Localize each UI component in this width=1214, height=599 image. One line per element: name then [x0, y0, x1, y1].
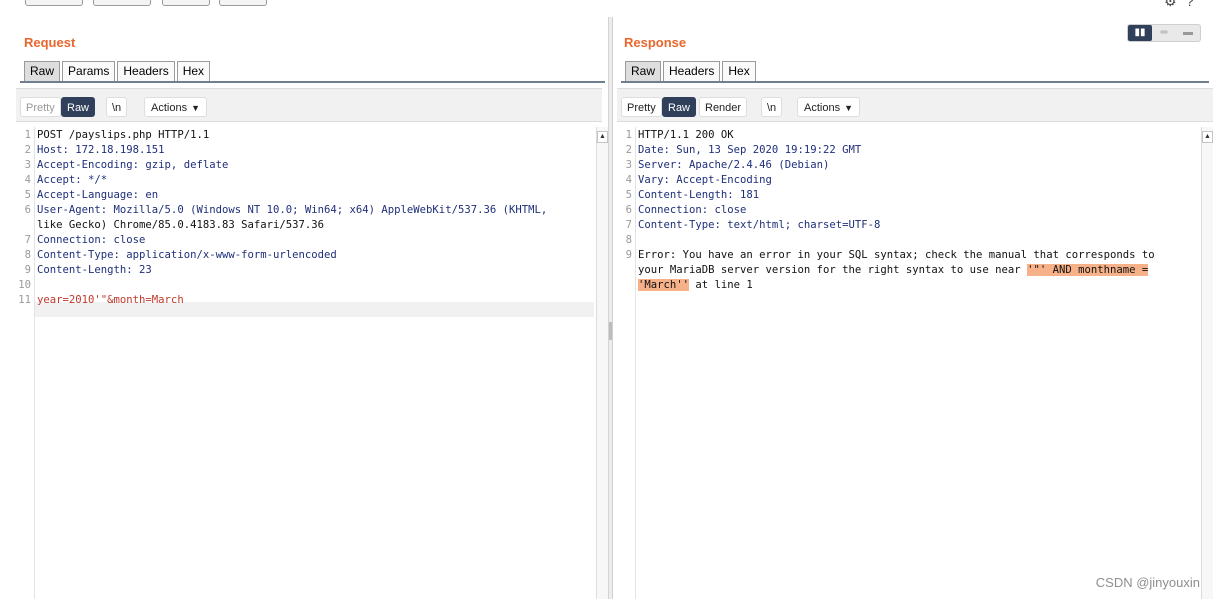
gutter-divider [635, 127, 636, 599]
raw-button[interactable]: Raw [61, 97, 96, 117]
chevron-down-icon: ▼ [844, 103, 853, 113]
request-body-line: year=2010'"&month=March [37, 294, 184, 306]
response-line: HTTP/1.1 200 OK [638, 129, 734, 141]
line-number: 8 [24, 249, 31, 261]
line-number: 3 [24, 159, 31, 171]
sql-error-highlight: '"' AND monthname = [1027, 264, 1149, 276]
request-line: POST /payslips.php HTTP/1.1 [37, 129, 210, 141]
sql-error-highlight: 'March'' [638, 279, 690, 291]
response-pane: Response ▮▮ ═ ▬ Raw Headers Hex Pretty R… [612, 17, 1214, 599]
request-scrollbar[interactable]: ▲ [596, 127, 608, 599]
side-by-side-layout-icon[interactable]: ▮▮ [1128, 25, 1152, 41]
pretty-button[interactable]: Pretty [621, 97, 662, 117]
settings-icon[interactable]: ⚙ [1164, 0, 1177, 8]
request-line: Host: 172.18.198.151 [37, 144, 165, 156]
toolbar-button-2[interactable] [93, 0, 151, 6]
request-view-bar: Pretty Raw \n Actions ▼ [16, 88, 602, 122]
tab-params[interactable]: Params [62, 61, 116, 82]
line-number: 2 [625, 144, 632, 156]
actions-label: Actions [151, 102, 188, 114]
line-number: 3 [625, 159, 632, 171]
line-number: 7 [625, 219, 632, 231]
chevron-down-icon: ▼ [191, 103, 200, 113]
scroll-up-icon[interactable]: ▲ [1202, 131, 1213, 143]
toolbar-button-4[interactable] [219, 0, 267, 6]
line-number: 9 [625, 249, 632, 261]
tab-hex[interactable]: Hex [176, 61, 211, 82]
line-number: 6 [625, 204, 632, 216]
line-number: 2 [24, 144, 31, 156]
response-tabs: Raw Headers Hex [625, 61, 758, 82]
top-toolbar: ⚙ ? [0, 0, 1214, 17]
line-number: 9 [24, 264, 31, 276]
request-line: Content-Length: 23 [37, 264, 152, 276]
line-number: 11 [18, 294, 31, 306]
response-line: Content-Type: text/html; charset=UTF-8 [638, 219, 881, 231]
request-title: Request [24, 35, 76, 50]
response-title: Response [624, 35, 687, 50]
request-line: Accept: */* [37, 174, 108, 186]
request-editor[interactable]: 1 2 3 4 5 6 7 8 9 10 11 POST /payslips.p… [16, 127, 594, 599]
newline-toggle-button[interactable]: \n [761, 97, 783, 117]
actions-label: Actions [804, 102, 841, 114]
response-line: your MariaDB server version for the righ… [638, 264, 1149, 276]
gutter-divider [34, 127, 35, 599]
response-scrollbar[interactable]: ▲ [1201, 127, 1213, 599]
toolbar-button-1[interactable] [25, 0, 83, 6]
horizontal-layout-icon[interactable]: ═ [1152, 25, 1176, 41]
response-line: Server: Apache/2.4.46 (Debian) [638, 159, 830, 171]
line-number: 10 [18, 279, 31, 291]
toolbar-button-3[interactable] [162, 0, 210, 6]
response-line: Connection: close [638, 204, 747, 216]
tab-underline [621, 81, 1209, 83]
response-line: Date: Sun, 13 Sep 2020 19:19:22 GMT [638, 144, 862, 156]
request-line: Connection: close [37, 234, 146, 246]
response-view-bar: Pretty Raw Render \n Actions ▼ [617, 88, 1213, 122]
line-number: 5 [24, 189, 31, 201]
line-number: 4 [24, 174, 31, 186]
line-number: 5 [625, 189, 632, 201]
help-icon[interactable]: ? [1186, 0, 1194, 8]
line-number: 4 [625, 174, 632, 186]
tab-headers[interactable]: Headers [117, 61, 175, 82]
layout-toggle: ▮▮ ═ ▬ [1127, 24, 1201, 42]
response-line: 'March'' at line 1 [638, 279, 753, 291]
actions-button[interactable]: Actions ▼ [144, 97, 207, 117]
response-line: Vary: Accept-Encoding [638, 174, 772, 186]
tab-headers[interactable]: Headers [663, 61, 721, 82]
watermark: CSDN @jinyouxin [1095, 575, 1200, 590]
line-number: 8 [625, 234, 632, 246]
newline-toggle-button[interactable]: \n [106, 97, 128, 117]
pretty-button[interactable]: Pretty [20, 97, 61, 117]
request-line: Accept-Language: en [37, 189, 159, 201]
actions-button[interactable]: Actions ▼ [797, 97, 860, 117]
request-line: User-Agent: Mozilla/5.0 (Windows NT 10.0… [37, 204, 548, 216]
request-line: like Gecko) Chrome/85.0.4183.83 Safari/5… [37, 219, 325, 231]
request-line: Content-Type: application/x-www-form-url… [37, 249, 337, 261]
line-number: 1 [24, 129, 31, 141]
response-editor[interactable]: 1 2 3 4 5 6 7 8 9 HTTP/1.1 200 OK Date: … [617, 127, 1199, 599]
raw-button[interactable]: Raw [662, 97, 697, 117]
tab-hex[interactable]: Hex [722, 61, 756, 82]
request-pane: Request Raw Params Headers Hex Pretty Ra… [0, 17, 610, 599]
request-tabs: Raw Params Headers Hex [24, 61, 212, 82]
line-number: 7 [24, 234, 31, 246]
response-line: Error: You have an error in your SQL syn… [638, 249, 1155, 261]
scroll-up-icon[interactable]: ▲ [597, 131, 608, 143]
line-number: 1 [625, 129, 632, 141]
request-line: Accept-Encoding: gzip, deflate [37, 159, 229, 171]
tab-underline [20, 81, 605, 83]
line-number: 6 [24, 204, 31, 216]
response-line: Content-Length: 181 [638, 189, 760, 201]
tab-raw[interactable]: Raw [24, 61, 61, 82]
tab-raw[interactable]: Raw [625, 61, 662, 82]
render-button[interactable]: Render [699, 97, 748, 117]
single-pane-layout-icon[interactable]: ▬ [1176, 25, 1200, 41]
